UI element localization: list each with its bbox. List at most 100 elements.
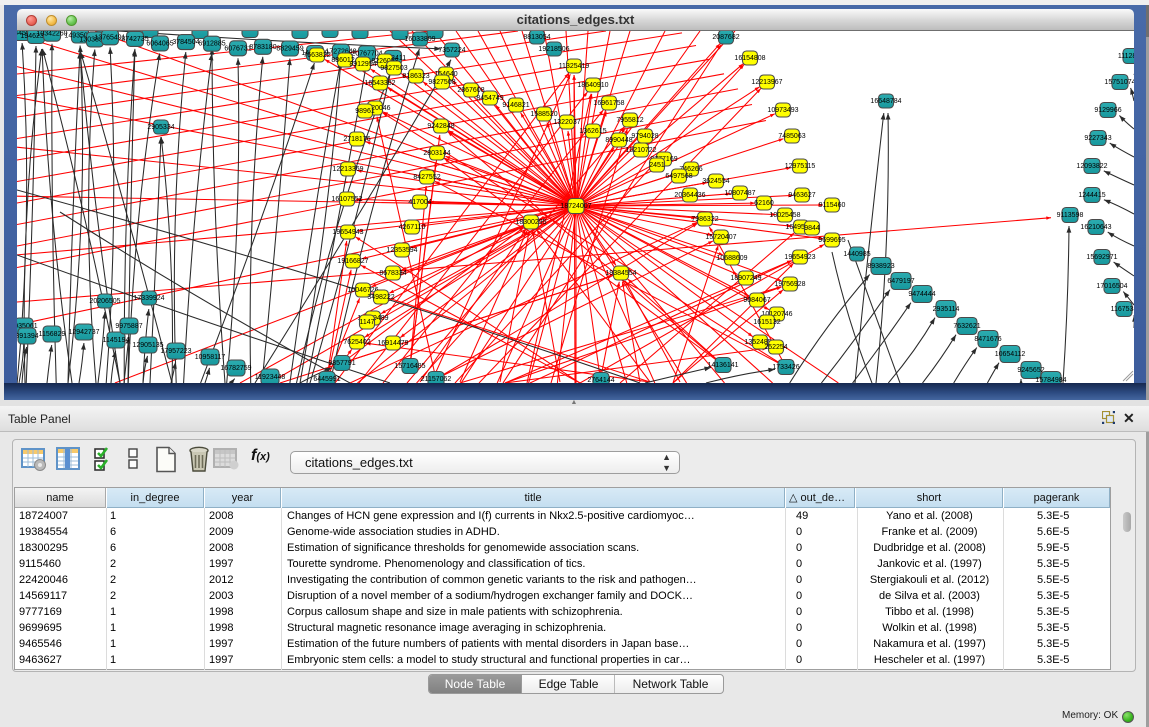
svg-text:18724007: 18724007 [560,203,591,210]
svg-text:9115460: 9115460 [819,202,846,209]
svg-text:11923448: 11923448 [255,374,286,381]
svg-text:9827503: 9827503 [380,65,407,72]
svg-text:10654112: 10654112 [995,351,1026,358]
svg-text:16154808: 16154808 [734,55,765,62]
svg-text:2935114: 2935114 [933,306,960,313]
svg-text:6479197: 6479197 [887,278,914,285]
svg-text:12353594: 12353594 [386,247,417,254]
svg-text:7955812: 7955812 [616,117,643,124]
svg-text:8783180: 8783180 [249,44,276,51]
svg-text:8813054: 8813054 [523,34,550,41]
svg-text:6445991: 6445991 [313,376,340,383]
svg-text:12975115: 12975115 [785,163,816,170]
svg-text:9129966: 9129966 [1094,107,1121,114]
svg-text:15720407: 15720407 [705,234,736,241]
svg-text:9474444: 9474444 [908,291,935,298]
svg-text:20206505: 20206505 [89,298,120,305]
svg-text:9242848: 9242848 [427,123,454,130]
svg-text:9245652: 9245652 [1017,367,1044,374]
svg-text:12942737: 12942737 [68,329,99,336]
svg-text:1156829: 1156829 [39,331,66,338]
svg-text:9084067: 9084067 [743,297,770,304]
svg-text:16033809: 16033809 [404,36,435,43]
svg-text:21157062: 21157062 [421,376,452,383]
svg-text:7663822: 7663822 [303,52,330,59]
svg-text:15716485: 15716485 [394,363,425,370]
svg-text:9463627: 9463627 [788,192,815,199]
svg-text:7986322: 7986322 [691,216,718,223]
svg-text:15784984: 15784984 [1035,377,1066,383]
svg-text:19384554: 19384554 [605,270,636,277]
svg-text:10688609: 10688609 [716,255,747,262]
svg-text:8678334: 8678334 [379,270,406,277]
svg-text:7357224: 7357224 [438,47,465,54]
svg-text:8454749: 8454749 [476,95,503,102]
svg-text:10025458: 10025458 [769,212,800,219]
svg-text:18907249: 18907249 [730,275,761,282]
svg-text:19166827: 19166827 [337,258,368,265]
svg-text:2803144: 2803144 [423,150,450,157]
svg-text:8471676: 8471676 [974,336,1001,343]
svg-text:1733426: 1733426 [772,364,799,371]
svg-text:98961: 98961 [355,108,375,115]
svg-text:62160: 62160 [754,200,774,207]
svg-text:12093822: 12093822 [1076,163,1107,170]
svg-text:17016504: 17016504 [1096,283,1127,290]
svg-text:6064065: 6064065 [146,40,173,47]
svg-text:17339924: 17339924 [133,295,164,302]
svg-text:16648784: 16648784 [870,98,901,105]
svg-text:16961758: 16961758 [593,100,624,107]
svg-text:8829459: 8829459 [276,46,303,53]
svg-text:2718176: 2718176 [343,136,370,143]
svg-text:12213369: 12213369 [332,166,363,173]
svg-text:1322037: 1322037 [553,119,580,126]
svg-text:16210722: 16210722 [625,147,656,154]
svg-text:1167533: 1167533 [1111,306,1134,313]
svg-text:1112871: 1112871 [1118,53,1134,60]
svg-text:7485063: 7485063 [778,133,805,140]
svg-text:9827508: 9827508 [428,79,455,86]
svg-text:4267110: 4267110 [399,224,426,231]
svg-text:17957223: 17957223 [160,348,191,355]
svg-text:9227343: 9227343 [1084,135,1111,142]
svg-text:18640910: 18640910 [577,82,608,89]
svg-text:16543382: 16543382 [364,80,395,87]
svg-text:15692971: 15692971 [1086,254,1117,261]
svg-text:10958117: 10958117 [195,354,226,361]
svg-text:9794028: 9794028 [631,133,658,140]
svg-text:2764144: 2764144 [587,377,614,383]
svg-text:252254: 252254 [764,344,787,351]
svg-text:9975887: 9975887 [115,323,142,330]
svg-text:8938923: 8938923 [867,263,894,270]
svg-text:7625402: 7625402 [343,339,370,346]
svg-text:1147: 1147 [359,319,374,326]
svg-text:7632621: 7632621 [953,323,980,330]
svg-text:12905135: 12905135 [132,342,163,349]
svg-text:8427552: 8427552 [413,174,440,181]
svg-text:16914479: 16914479 [377,340,408,347]
svg-text:8186323: 8186323 [402,73,429,80]
svg-text:9146821: 9146821 [502,102,529,109]
svg-text:11325419: 11325419 [559,63,590,70]
svg-text:19654943: 19654943 [332,229,363,236]
svg-text:8742735: 8742735 [121,36,148,43]
svg-text:3624554: 3624554 [702,178,729,185]
svg-text:2905334: 2905334 [147,124,174,131]
svg-text:8990448: 8990448 [605,137,632,144]
svg-text:9699695: 9699695 [818,237,845,244]
svg-text:15751074: 15751074 [1104,79,1134,86]
svg-text:2087682: 2087682 [712,34,739,41]
svg-text:391394: 391394 [17,333,39,340]
svg-text:16107552: 16107552 [331,196,362,203]
svg-text:2451: 2451 [649,162,665,169]
svg-text:2867608: 2867608 [457,87,484,94]
svg-text:417004: 417004 [408,199,431,206]
svg-text:20364436: 20364436 [674,192,705,199]
svg-text:19654923: 19654923 [784,254,815,261]
svg-text:6076731: 6076731 [224,45,251,52]
svg-text:3784504: 3784504 [172,39,199,46]
svg-text:12213967: 12213967 [751,79,782,86]
svg-text:1440985: 1440985 [843,251,870,258]
svg-text:10807487: 10807487 [724,190,755,197]
svg-text:19756928: 19756928 [774,281,805,288]
